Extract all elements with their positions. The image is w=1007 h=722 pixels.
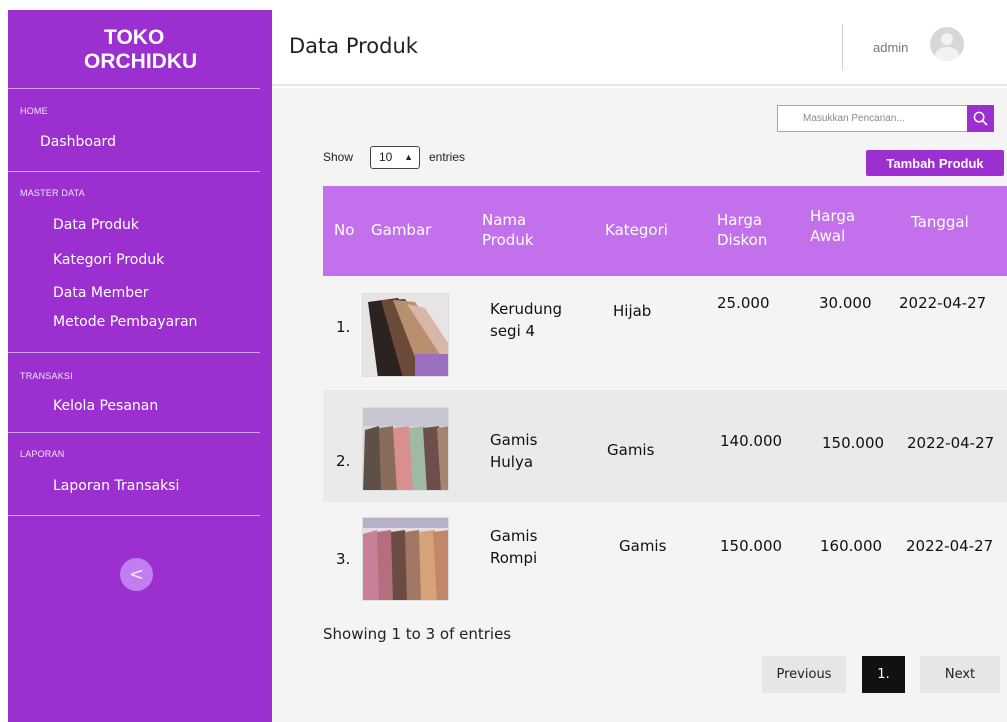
- select-arrows-icon: ▲︎: [404, 152, 413, 162]
- cell-no: 2.: [336, 452, 351, 470]
- header-diskon-line-2: Diskon: [717, 231, 768, 249]
- search-box: [777, 105, 969, 132]
- nama-line-1: Kerudung: [490, 300, 563, 318]
- header-divider: [842, 24, 843, 70]
- product-image: [362, 407, 449, 491]
- brand-line-2: ORCHIDKU: [84, 50, 198, 73]
- app-root: TOKO ORCHIDKU HOME Dashboard MASTER DATA…: [0, 0, 1007, 722]
- add-product-button[interactable]: Tambah Produk: [866, 150, 1004, 176]
- header-harga-awal: Harga Awal: [810, 206, 855, 246]
- cell-no: 3.: [336, 550, 351, 568]
- cell-no: 1.: [336, 318, 351, 336]
- cell-tanggal: 2022-04-27: [899, 294, 987, 312]
- header-harga-diskon: Harga Diskon: [717, 210, 767, 250]
- sidebar-divider: [8, 352, 260, 353]
- product-image: [362, 293, 449, 377]
- header-nama-line-1: Nama: [482, 211, 527, 229]
- section-title-master-data: MASTER DATA: [20, 188, 85, 198]
- sidebar-item-data-produk[interactable]: Data Produk: [53, 217, 139, 233]
- product-image-kerudung: [363, 294, 448, 376]
- nama-line-2: Hulya: [490, 453, 534, 471]
- sidebar-divider: [8, 88, 260, 89]
- section-title-laporan: LAPORAN: [20, 449, 65, 459]
- sidebar-item-kategori-produk[interactable]: Kategori Produk: [53, 252, 164, 268]
- cell-harga-awal: 150.000: [822, 434, 885, 452]
- cell-harga-awal: 30.000: [819, 294, 872, 312]
- cell-harga-diskon: 150.000: [720, 537, 783, 555]
- user-name[interactable]: admin: [873, 40, 908, 55]
- header-kategori: Kategori: [605, 221, 668, 239]
- cell-harga-diskon: 25.000: [717, 294, 770, 312]
- product-image-gamis-hulya: [363, 408, 448, 490]
- entries-value: 10: [379, 150, 393, 164]
- sidebar-item-kelola-pesanan[interactable]: Kelola Pesanan: [53, 398, 158, 414]
- nama-line-1: Gamis: [490, 431, 538, 449]
- chevron-left-icon: <: [128, 564, 145, 585]
- table-info: Showing 1 to 3 of entries: [323, 625, 512, 643]
- pagination-previous[interactable]: Previous: [762, 656, 846, 693]
- brand-logo: TOKO ORCHIDKU: [8, 26, 272, 74]
- sidebar-divider: [8, 171, 260, 172]
- cell-harga-awal: 160.000: [820, 537, 883, 555]
- avatar[interactable]: [930, 27, 964, 61]
- avatar-body-shape: [935, 47, 959, 61]
- table-row[interactable]: 1. Kerudung segi 4 Hijab 25.000 30.000 2…: [323, 278, 1007, 390]
- product-image-gamis-rompi: [363, 518, 448, 600]
- sidebar-divider: [8, 515, 260, 516]
- header-awal-line-2: Awal: [810, 227, 846, 245]
- header-awal-line-1: Harga: [810, 207, 856, 225]
- sidebar-item-laporan-transaksi[interactable]: Laporan Transaksi: [53, 478, 179, 494]
- entries-select[interactable]: 10 ▲︎: [370, 146, 420, 169]
- header-diskon-line-1: Harga: [717, 211, 763, 229]
- header-nama-produk: Nama Produk: [482, 210, 534, 250]
- brand-line-1: TOKO: [104, 26, 165, 49]
- table-header: No Gambar Nama Produk Kategori Harga Dis…: [323, 186, 1007, 276]
- sidebar-collapse-button[interactable]: <: [120, 558, 153, 591]
- sidebar-divider: [8, 432, 260, 433]
- header-gambar: Gambar: [371, 221, 432, 239]
- sidebar-item-data-member[interactable]: Data Member: [53, 285, 148, 301]
- nama-line-2: segi 4: [490, 322, 536, 340]
- show-label: Show: [323, 150, 354, 164]
- section-title-home: HOME: [20, 106, 48, 116]
- cell-kategori: Hijab: [613, 302, 652, 320]
- top-header: Data Produk admin: [272, 10, 1007, 86]
- product-image: [362, 517, 449, 601]
- cell-kategori: Gamis: [607, 441, 655, 459]
- page-title: Data Produk: [289, 34, 418, 58]
- search-icon: [973, 111, 988, 126]
- cell-harga-diskon: 140.000: [720, 432, 783, 450]
- cell-nama-produk: Kerudung segi 4: [490, 298, 562, 342]
- section-title-transaksi: TRANSAKSI: [20, 371, 73, 381]
- sidebar: TOKO ORCHIDKU HOME Dashboard MASTER DATA…: [8, 10, 272, 722]
- search-button[interactable]: [967, 105, 994, 132]
- header-no: No: [334, 221, 355, 239]
- cell-nama-produk: Gamis Rompi: [490, 525, 537, 569]
- cell-kategori: Gamis: [619, 537, 667, 555]
- pagination-page-1[interactable]: 1.: [862, 656, 905, 693]
- header-nama-line-2: Produk: [482, 231, 534, 249]
- sidebar-item-dashboard[interactable]: Dashboard: [40, 134, 116, 150]
- table-row[interactable]: 2. Gamis Hulya Gamis 140.000 150.000 202…: [323, 390, 1007, 502]
- table-row[interactable]: 3. Gamis Rompi Gamis 150.000 160.000 202…: [323, 502, 1007, 614]
- avatar-head-shape: [941, 33, 953, 45]
- main-content: Show 10 ▲︎ entries Tambah Produk No Gamb…: [272, 88, 1007, 722]
- nama-line-2: Rompi: [490, 549, 538, 567]
- cell-nama-produk: Gamis Hulya: [490, 429, 537, 473]
- sidebar-item-metode-pembayaran[interactable]: Metode Pembayaran: [53, 314, 197, 330]
- cell-tanggal: 2022-04-27: [906, 537, 994, 555]
- header-tanggal: Tanggal: [911, 213, 969, 231]
- entries-label: entries: [429, 150, 466, 164]
- search-input[interactable]: [778, 106, 969, 131]
- nama-line-1: Gamis: [490, 527, 538, 545]
- cell-tanggal: 2022-04-27: [907, 434, 995, 452]
- pagination-next[interactable]: Next: [920, 656, 1000, 693]
